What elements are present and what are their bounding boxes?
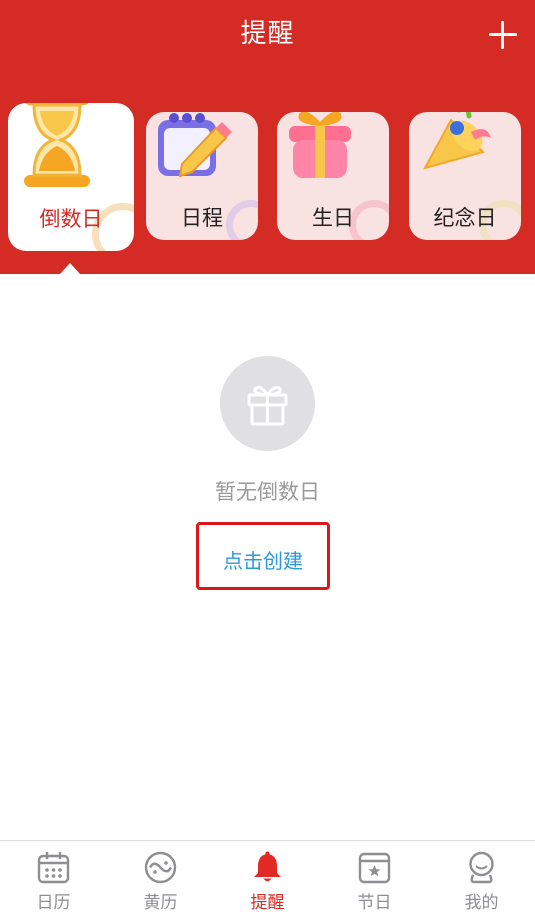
- empty-message: 暂无倒数日: [215, 480, 320, 504]
- bell-icon: [254, 851, 281, 882]
- calendar-pencil-icon: [158, 113, 232, 178]
- tab-calendar[interactable]: 日历: [0, 841, 107, 915]
- active-indicator: [60, 263, 80, 274]
- tab-label: 节日: [357, 893, 392, 913]
- profile-icon: [469, 851, 494, 884]
- category-label: 倒数日: [39, 207, 103, 231]
- create-highlight-box: 点击创建: [196, 522, 330, 590]
- category-label: 日程: [181, 206, 223, 230]
- category-label: 纪念日: [433, 206, 497, 230]
- category-card-countdown[interactable]: 倒数日: [8, 103, 134, 251]
- calendar-icon: [37, 852, 70, 884]
- gift-box-icon: [289, 112, 351, 178]
- header: 提醒 倒数日 日程 生日 纪念日: [0, 0, 535, 274]
- tab-label: 黄历: [143, 893, 178, 913]
- add-button[interactable]: [486, 18, 520, 52]
- hourglass-icon: [24, 103, 90, 187]
- tab-festival[interactable]: 节日: [321, 841, 428, 915]
- party-horn-icon: [423, 112, 491, 170]
- tab-label: 日历: [36, 893, 71, 913]
- empty-state-circle: [220, 356, 315, 451]
- tab-almanac[interactable]: 黄历: [107, 841, 214, 915]
- tab-mine[interactable]: 我的: [428, 841, 535, 915]
- category-label: 生日: [312, 206, 354, 230]
- tab-label: 提醒: [250, 893, 285, 913]
- festival-icon: [358, 852, 391, 884]
- bottom-tabbar: 日历 黄历 提醒 节日 我的: [0, 840, 535, 915]
- tab-label: 我的: [464, 893, 499, 913]
- gift-icon: [247, 386, 288, 426]
- category-card-anniversary[interactable]: 纪念日: [409, 112, 521, 240]
- category-card-birthday[interactable]: 生日: [277, 112, 389, 240]
- category-card-schedule[interactable]: 日程: [146, 112, 258, 240]
- tab-reminder[interactable]: 提醒: [214, 841, 321, 915]
- page-title: 提醒: [240, 19, 295, 49]
- create-link[interactable]: 点击创建: [199, 545, 327, 574]
- yin-yang-icon: [144, 851, 177, 884]
